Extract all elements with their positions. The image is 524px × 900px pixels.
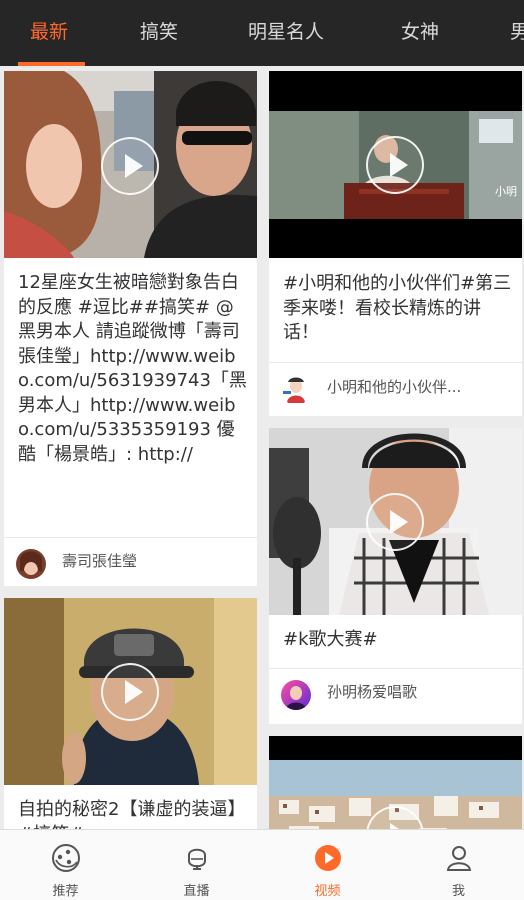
nav-recommend[interactable]: 推荐 <box>0 830 131 900</box>
profile-icon <box>443 842 475 874</box>
play-button[interactable] <box>366 136 424 194</box>
video-card[interactable]: #k歌大赛# 孙明杨爱唱歌 <box>269 428 522 724</box>
author-row[interactable]: 孙明杨爱唱歌 <box>269 669 522 717</box>
author-name[interactable]: 小明和他的小伙伴... <box>327 376 461 397</box>
author-name[interactable]: 壽司張佳瑩 <box>62 550 137 571</box>
nav-label: 推荐 <box>52 884 79 899</box>
tab-latest[interactable]: 最新 <box>30 0 68 66</box>
video-thumbnail[interactable]: 小明 <box>269 71 522 258</box>
author-avatar[interactable] <box>281 680 311 710</box>
video-watermark: 小明 <box>495 185 517 198</box>
nav-video[interactable]: 视频 <box>262 830 393 900</box>
video-card[interactable]: 12星座女生被暗戀對象告白的反應 #逗比##搞笑# @黑男本人 請追蹤微博「壽司… <box>4 71 257 586</box>
category-tab-bar: 最新 搞笑 明星名人 女神 男 <box>0 0 524 66</box>
author-row[interactable]: 小明和他的小伙伴... <box>269 364 522 412</box>
play-button[interactable] <box>366 493 424 551</box>
play-button[interactable] <box>101 663 159 721</box>
nav-live[interactable]: 直播 <box>131 830 262 900</box>
author-avatar[interactable] <box>16 549 46 579</box>
video-caption: #小明和他的小伙伴们#第三季来喽！看校长精炼的讲话！ <box>283 273 512 343</box>
video-icon <box>312 842 344 874</box>
active-tab-indicator <box>18 62 85 66</box>
nav-me[interactable]: 我 <box>393 830 524 900</box>
nav-label: 我 <box>451 884 465 899</box>
bottom-navigation: 推荐 直播 视频 我 <box>0 829 524 900</box>
play-button[interactable] <box>101 137 159 195</box>
tab-funny[interactable]: 搞笑 <box>140 0 178 66</box>
nav-label: 直播 <box>183 884 210 899</box>
tab-male[interactable]: 男 <box>510 0 524 66</box>
divider <box>269 362 522 363</box>
video-caption: 12星座女生被暗戀對象告白的反應 #逗比##搞笑# @黑男本人 請追蹤微博「壽司… <box>18 272 247 465</box>
video-caption: #k歌大赛# <box>283 629 378 650</box>
tab-goddess[interactable]: 女神 <box>401 0 439 66</box>
video-thumbnail[interactable] <box>4 598 257 785</box>
video-card[interactable]: 自拍的秘密2【谦虚的装逼】#搞笑# <box>4 598 257 838</box>
author-name[interactable]: 孙明杨爱唱歌 <box>327 681 417 702</box>
video-thumbnail[interactable] <box>4 71 257 258</box>
live-icon <box>181 842 213 874</box>
tab-celebrities[interactable]: 明星名人 <box>248 0 324 66</box>
author-row[interactable]: 壽司張佳瑩 <box>4 538 257 586</box>
author-avatar[interactable] <box>281 375 311 405</box>
video-card[interactable]: 小明 #小明和他的小伙伴们#第三季来喽！看校长精炼的讲话！ 小明和他的小伙伴..… <box>269 71 522 416</box>
recommend-icon <box>50 842 82 874</box>
nav-label: 视频 <box>314 884 341 899</box>
video-thumbnail[interactable] <box>269 428 522 615</box>
